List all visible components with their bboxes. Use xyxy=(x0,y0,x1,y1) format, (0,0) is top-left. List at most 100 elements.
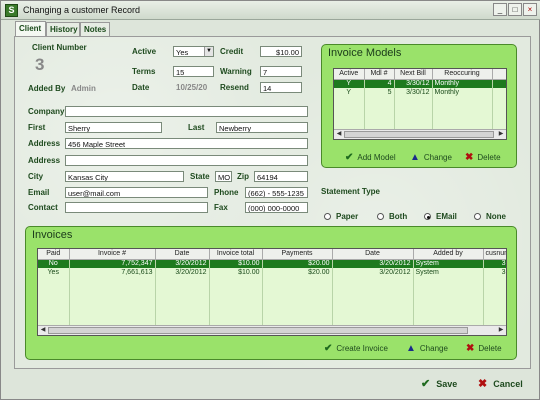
terms-field[interactable]: 15 xyxy=(173,66,214,77)
column-header[interactable]: Invoice total xyxy=(209,249,263,260)
credit-field[interactable]: $10.00 xyxy=(260,46,302,57)
triangle-icon: ▲ xyxy=(406,343,416,354)
scroll-right-icon[interactable]: ▶ xyxy=(496,326,506,335)
maximize-icon[interactable]: □ xyxy=(508,3,522,16)
invoices-grid[interactable]: Paid Invoice # Date Invoice total Paymen… xyxy=(37,248,507,336)
state-field[interactable]: MO xyxy=(215,171,232,182)
scroll-thumb[interactable] xyxy=(48,327,468,334)
active-label: Active xyxy=(132,47,157,56)
delete-invoice-button[interactable]: ✖ Delete xyxy=(466,343,502,354)
column-header[interactable]: Added by xyxy=(413,249,484,260)
credit-label: Credit xyxy=(220,47,244,56)
address2-field[interactable] xyxy=(65,155,308,166)
column-header[interactable]: Reoccuring xyxy=(432,69,493,80)
phone-label: Phone xyxy=(214,188,239,197)
invoice-models-panel: Invoice Models Active Mdl # Next Bill Re… xyxy=(321,44,517,168)
first-name-field[interactable]: Sherry xyxy=(65,122,162,133)
table-cell: $20.00 xyxy=(262,268,333,277)
contact-label: Contact xyxy=(28,203,58,212)
table-cell: 3/30/12 xyxy=(394,88,433,97)
delete-model-button[interactable]: ✖ Delete xyxy=(465,152,501,163)
statement-paper-radio[interactable]: Paper xyxy=(324,212,358,221)
scroll-left-icon[interactable]: ◀ xyxy=(38,326,48,335)
column-header[interactable]: Next Bill xyxy=(394,69,433,80)
minimize-icon[interactable]: _ xyxy=(493,3,507,16)
customer-record-window: S Changing a customer Record _ □ × Clien… xyxy=(0,0,540,400)
active-select[interactable]: Yes ▼ xyxy=(173,46,214,57)
company-label: Company xyxy=(28,107,65,116)
column-header[interactable]: Invoice # xyxy=(69,249,156,260)
scroll-left-icon[interactable]: ◀ xyxy=(334,130,344,139)
warning-label: Warning xyxy=(220,67,252,76)
change-invoice-button[interactable]: ▲ Change xyxy=(406,343,448,354)
app-icon: S xyxy=(5,4,18,17)
tab-client[interactable]: Client xyxy=(15,21,46,37)
phone-field[interactable]: (662) - 555-1235 xyxy=(245,187,308,198)
column-header[interactable]: cusnum xyxy=(483,249,506,260)
column-header[interactable]: Payments xyxy=(262,249,333,260)
check-icon: ✔ xyxy=(324,343,333,354)
table-cell: Monthly xyxy=(432,79,493,88)
invoice-models-title: Invoice Models xyxy=(328,47,402,59)
table-cell: Y xyxy=(334,88,365,97)
x-icon: ✖ xyxy=(478,378,488,390)
tab-history[interactable]: History xyxy=(46,22,80,36)
create-invoice-button[interactable]: ✔ Create Invoice xyxy=(324,343,388,354)
zip-field[interactable]: 64194 xyxy=(254,171,308,182)
tab-notes[interactable]: Notes xyxy=(80,22,110,36)
scroll-right-icon[interactable]: ▶ xyxy=(496,130,506,139)
horizontal-scrollbar[interactable]: ◀ ▶ xyxy=(334,129,506,139)
create-invoice-label: Create Invoice xyxy=(336,344,388,353)
table-cell: $10.00 xyxy=(209,259,263,268)
add-model-button[interactable]: ✔ Add Model xyxy=(345,152,396,163)
change-model-button[interactable]: ▲ Change xyxy=(410,152,452,163)
save-button[interactable]: ✔ Save xyxy=(421,377,457,390)
zip-label: Zip xyxy=(237,172,249,181)
fax-field[interactable]: (000) 000-0000 xyxy=(245,202,308,213)
table-cell: 5 xyxy=(364,88,395,97)
statement-both-radio[interactable]: Both xyxy=(377,212,407,221)
column-header[interactable]: Active xyxy=(334,69,365,80)
table-row[interactable]: No 7,752,347 3/20/2012 $10.00 $20.00 3/2… xyxy=(38,259,506,268)
table-row[interactable]: Y 5 3/30/12 Monthly xyxy=(334,88,506,97)
table-cell: Y xyxy=(334,79,365,88)
email-label: Email xyxy=(28,188,50,197)
invoice-models-grid[interactable]: Active Mdl # Next Bill Reoccuring Y 4 3/… xyxy=(333,68,507,140)
scroll-thumb[interactable] xyxy=(344,131,494,138)
company-field[interactable] xyxy=(65,106,308,117)
address2-label: Address xyxy=(28,156,61,165)
delete-model-label: Delete xyxy=(477,153,501,162)
client-tab-panel: Client Number 3 Added By Admin Active Ye… xyxy=(14,36,531,369)
cancel-label: Cancel xyxy=(493,379,523,389)
contact-field[interactable] xyxy=(65,202,208,213)
active-select-value: Yes xyxy=(176,48,189,57)
radio-label: None xyxy=(486,212,506,221)
close-icon[interactable]: × xyxy=(523,3,537,16)
radio-label: Both xyxy=(389,212,408,221)
resend-label: Resend xyxy=(220,83,249,92)
statement-none-radio[interactable]: None xyxy=(474,212,506,221)
warning-field[interactable]: 7 xyxy=(260,66,302,77)
column-header[interactable]: Mdl # xyxy=(364,69,395,80)
table-row[interactable]: Y 4 3/30/12 Monthly xyxy=(334,79,506,88)
column-header[interactable]: Paid xyxy=(38,249,70,260)
statement-email-radio[interactable]: EMail xyxy=(424,212,457,221)
column-header[interactable]: Date xyxy=(155,249,210,260)
invoices-panel: Invoices Paid Invoice # Date Invoice tot… xyxy=(25,226,517,360)
table-cell: Yes xyxy=(38,268,70,277)
email-field[interactable]: user@mail.com xyxy=(65,187,208,198)
column-header[interactable]: Date xyxy=(332,249,414,260)
last-name-field[interactable]: Newberry xyxy=(216,122,308,133)
invoices-title: Invoices xyxy=(32,229,73,241)
check-icon: ✔ xyxy=(421,378,431,390)
address1-field[interactable]: 456 Maple Street xyxy=(65,138,308,149)
resend-field[interactable]: 14 xyxy=(260,82,302,93)
address-label: Address xyxy=(28,139,61,148)
horizontal-scrollbar[interactable]: ◀ ▶ xyxy=(38,325,506,335)
city-field[interactable]: Kansas City xyxy=(65,171,184,182)
table-row[interactable]: Yes 7,661,613 3/20/2012 $10.00 $20.00 3/… xyxy=(38,268,506,277)
cancel-button[interactable]: ✖ Cancel xyxy=(478,377,523,390)
table-cell: No xyxy=(38,259,70,268)
table-cell: 4 xyxy=(364,79,395,88)
title-bar[interactable]: S Changing a customer Record _ □ × xyxy=(1,1,540,20)
